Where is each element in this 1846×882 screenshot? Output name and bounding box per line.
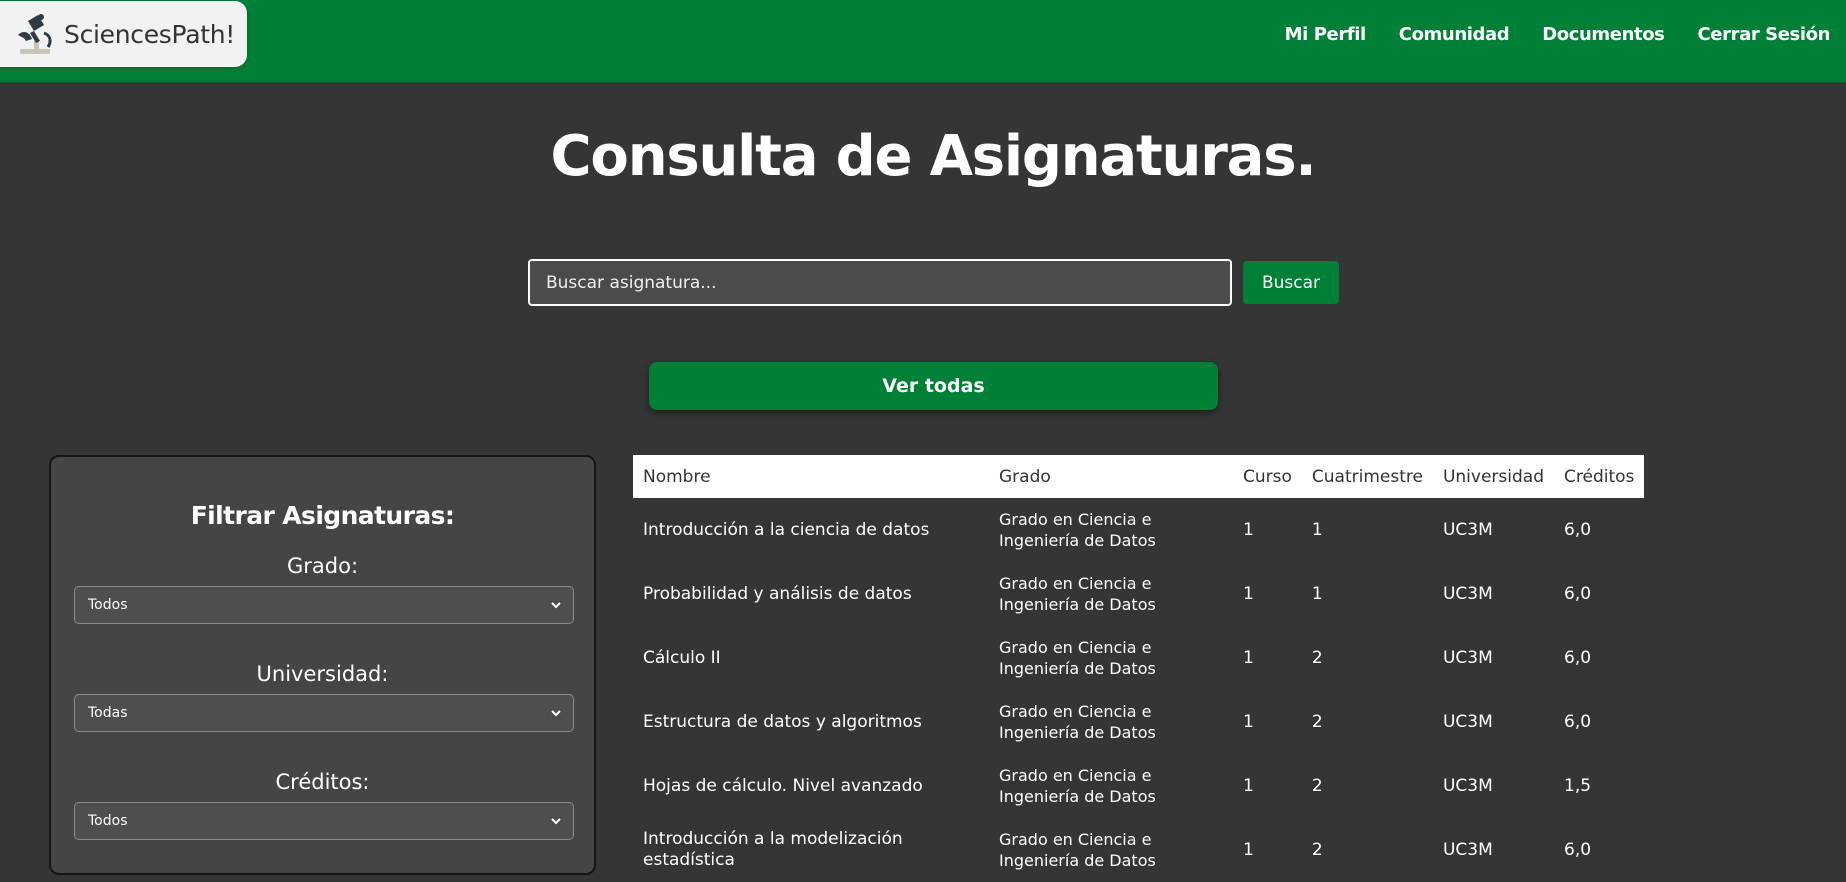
table-row: Introducción a la modelización estadísti… [633,818,1644,882]
cell-grado: Grado en Ciencia e Ingeniería de Datos [999,702,1156,742]
filter-label-grado: Grado: [286,554,359,578]
nav-mi-perfil[interactable]: Mi Perfil [1285,24,1367,45]
cell-universidad: UC3M [1442,583,1493,604]
cell-universidad: UC3M [1442,711,1493,732]
page-title: Consulta de Asignaturas. [550,124,1317,189]
cell-creditos: 6,0 [1564,711,1592,732]
cell-nombre: Hojas de cálculo. Nivel avanzado [643,775,923,796]
chevron-down-icon [551,710,561,717]
cell-nombre: Probabilidad y análisis de datos [643,583,912,604]
cell-universidad: UC3M [1442,647,1493,668]
table-row: Cálculo II Grado en Ciencia e Ingeniería… [633,626,1644,690]
cell-grado: Grado en Ciencia e Ingeniería de Datos [999,510,1156,550]
universidad-select-value: Todas [88,705,128,721]
cell-creditos: 6,0 [1564,647,1592,668]
nav-cerrar-sesion[interactable]: Cerrar Sesión [1698,24,1831,45]
filter-label-creditos: Créditos: [275,770,370,794]
cell-cuatrimestre: 2 [1311,839,1323,860]
table-row: Probabilidad y análisis de datos Grado e… [633,562,1644,626]
cell-nombre: Cálculo II [643,647,721,668]
search-input[interactable] [528,259,1232,306]
chevron-down-icon [551,818,561,825]
column-header-curso: Curso [1233,455,1302,498]
grado-select-value: Todos [88,597,128,613]
cell-curso: 1 [1243,519,1254,540]
nav-comunidad[interactable]: Comunidad [1399,24,1510,45]
column-header-grado: Grado [989,455,1233,498]
column-header-cuatrimestre: Cuatrimestre [1301,455,1433,498]
cell-grado: Grado en Ciencia e Ingeniería de Datos [999,574,1156,614]
column-header-universidad: Universidad [1432,455,1554,498]
filter-label-universidad: Universidad: [256,662,389,686]
cell-nombre: Introducción a la modelización estadísti… [643,829,903,870]
column-header-creditos: Créditos [1554,455,1645,498]
cell-grado: Grado en Ciencia e Ingeniería de Datos [999,638,1156,678]
cell-nombre: Estructura de datos y algoritmos [643,711,922,732]
cell-grado: Grado en Ciencia e Ingeniería de Datos [999,766,1156,806]
table-header-row: Nombre Grado Curso Cuatrimestre Universi… [633,455,1645,498]
filter-panel: Filtrar Asignaturas: Grado: Todos Univer… [49,455,596,875]
brand-logo-link[interactable]: SciencesPath! [0,1,247,67]
universidad-select[interactable]: Todas [74,694,574,732]
cell-cuatrimestre: 2 [1311,711,1323,732]
cell-curso: 1 [1243,647,1254,668]
cell-cuatrimestre: 1 [1311,583,1323,604]
creditos-select-value: Todos [88,813,128,829]
cell-creditos: 6,0 [1564,583,1592,604]
cell-creditos: 6,0 [1564,519,1592,540]
cell-grado: Grado en Ciencia e Ingeniería de Datos [999,830,1156,870]
cell-nombre: Introducción a la ciencia de datos [643,519,930,540]
subjects-table: Nombre Grado Curso Cuatrimestre Universi… [633,455,1645,882]
table-row: Hojas de cálculo. Nivel avanzado Grado e… [633,754,1644,818]
chevron-down-icon [551,602,561,609]
cell-universidad: UC3M [1442,839,1493,860]
nav-links: Mi Perfil Comunidad Documentos Cerrar Se… [1285,0,1846,68]
brand-name: SciencesPath! [64,19,235,49]
creditos-select[interactable]: Todos [74,802,574,840]
search-button[interactable]: Buscar [1243,261,1339,304]
table-row: Estructura de datos y algoritmos Grado e… [633,690,1644,754]
table-row: Introducción a la ciencia de datos Grado… [633,498,1644,562]
cell-curso: 1 [1243,775,1254,796]
cell-curso: 1 [1243,711,1254,732]
cell-cuatrimestre: 1 [1311,519,1323,540]
filter-title: Filtrar Asignaturas: [190,501,455,530]
cell-cuatrimestre: 2 [1311,775,1323,796]
cell-cuatrimestre: 2 [1311,647,1323,668]
nav-documentos[interactable]: Documentos [1542,24,1665,45]
top-navbar: SciencesPath! Mi Perfil Comunidad Docume… [0,0,1846,83]
cell-creditos: 1,5 [1564,775,1592,796]
view-all-button[interactable]: Ver todas [649,362,1218,410]
cell-universidad: UC3M [1442,775,1493,796]
cell-curso: 1 [1243,583,1254,604]
cell-creditos: 6,0 [1564,839,1592,860]
microscope-icon [18,14,52,54]
grado-select[interactable]: Todos [74,586,574,624]
cell-universidad: UC3M [1442,519,1493,540]
cell-curso: 1 [1243,839,1254,860]
column-header-nombre: Nombre [633,455,989,498]
